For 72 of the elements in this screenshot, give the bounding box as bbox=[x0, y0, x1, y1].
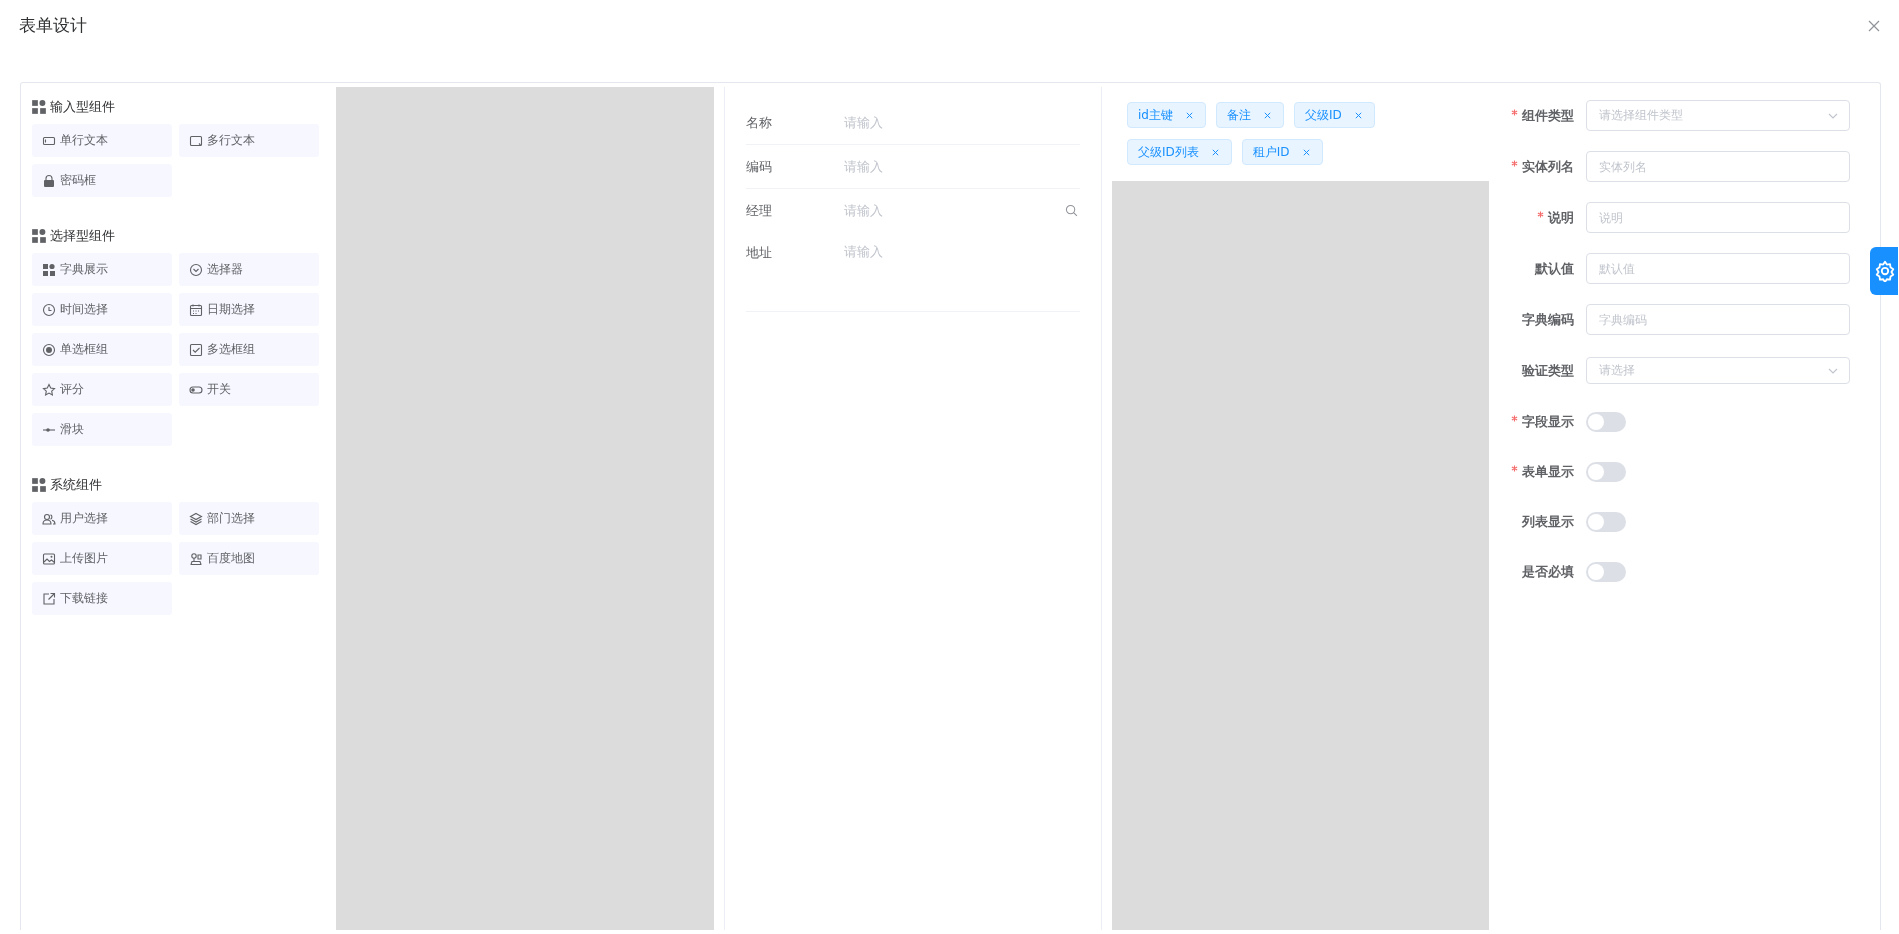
clock-icon bbox=[42, 302, 56, 317]
calendar-icon bbox=[189, 302, 203, 317]
property-label: 说明 bbox=[1548, 209, 1574, 225]
component-item[interactable]: 部门选择 bbox=[179, 502, 319, 535]
external-link-icon bbox=[42, 591, 56, 606]
property-label: 默认值 bbox=[1535, 260, 1574, 276]
field-label: 编码 bbox=[746, 157, 773, 176]
star-icon bbox=[42, 382, 56, 397]
toggle-switch[interactable] bbox=[1586, 511, 1626, 532]
settings-icon bbox=[1874, 260, 1896, 282]
property-label: 验证类型 bbox=[1522, 362, 1574, 378]
grid-icon bbox=[42, 262, 56, 277]
close-icon bbox=[1210, 147, 1220, 157]
component-item[interactable]: 下载链接 bbox=[32, 582, 172, 615]
input-field[interactable]: 说明 bbox=[1586, 202, 1850, 233]
component-item[interactable]: 多行文本 bbox=[179, 124, 319, 157]
toggle-switch[interactable] bbox=[1586, 411, 1626, 432]
field-label: 经理 bbox=[746, 201, 773, 220]
component-item[interactable]: 上传图片 bbox=[32, 542, 172, 575]
field-label: 地址 bbox=[746, 244, 773, 262]
component-item[interactable]: 字典展示 bbox=[32, 253, 172, 286]
property-label: 组件类型 bbox=[1522, 107, 1574, 123]
component-item[interactable]: 开关 bbox=[179, 373, 319, 406]
radio-icon bbox=[42, 342, 56, 357]
close-icon bbox=[1184, 110, 1194, 120]
property-label: 列表显示 bbox=[1522, 513, 1574, 529]
component-item[interactable]: 百度地图 bbox=[179, 542, 319, 575]
toggle-switch[interactable] bbox=[1586, 561, 1626, 582]
field-label: 名称 bbox=[746, 113, 773, 132]
component-item[interactable]: 日期选择 bbox=[179, 293, 319, 326]
dialog-title: 表单设计 bbox=[19, 14, 87, 37]
layers-icon bbox=[189, 511, 203, 526]
input-field[interactable]: 请输入 bbox=[844, 115, 1080, 130]
group-title: 输入型组件 bbox=[50, 98, 115, 116]
property-label: 字典编码 bbox=[1522, 311, 1574, 327]
settings-button[interactable] bbox=[1870, 247, 1898, 295]
close-icon bbox=[1353, 110, 1363, 120]
component-item[interactable]: 单选框组 bbox=[32, 333, 172, 366]
toggle-switch[interactable] bbox=[1586, 461, 1626, 482]
input-field[interactable]: 实体列名 bbox=[1586, 151, 1850, 182]
group-title: 系统组件 bbox=[50, 476, 102, 494]
grid-icon bbox=[31, 228, 47, 244]
group-title: 选择型组件 bbox=[50, 227, 115, 245]
component-item[interactable]: 密码框 bbox=[32, 164, 172, 197]
close-icon[interactable] bbox=[1868, 19, 1880, 32]
grid-icon bbox=[31, 477, 47, 493]
property-label: 表单显示 bbox=[1522, 463, 1574, 479]
property-label: 字段显示 bbox=[1522, 413, 1574, 429]
textarea-icon bbox=[189, 133, 203, 148]
property-label: 是否必填 bbox=[1522, 563, 1574, 579]
input-field[interactable]: 请输入 bbox=[844, 203, 1065, 218]
checkbox-icon bbox=[189, 342, 203, 357]
grid-icon bbox=[31, 99, 47, 115]
image-icon bbox=[42, 551, 56, 566]
component-item[interactable]: 评分 bbox=[32, 373, 172, 406]
property-label: 实体列名 bbox=[1522, 158, 1574, 174]
users-icon bbox=[42, 511, 56, 526]
component-item[interactable]: 多选框组 bbox=[179, 333, 319, 366]
component-item[interactable]: 单行文本 bbox=[32, 124, 172, 157]
chevron-circle-icon bbox=[189, 262, 203, 277]
lock-icon bbox=[42, 173, 56, 188]
component-item[interactable]: 时间选择 bbox=[32, 293, 172, 326]
component-item[interactable]: 选择器 bbox=[179, 253, 319, 286]
input-field[interactable]: 请输入 bbox=[844, 244, 1080, 259]
search-icon bbox=[1065, 204, 1078, 217]
close-icon bbox=[1301, 147, 1311, 157]
close-icon bbox=[1262, 110, 1272, 120]
input-field[interactable]: 默认值 bbox=[1586, 253, 1850, 284]
component-item[interactable]: 用户选择 bbox=[32, 502, 172, 535]
component-item[interactable]: 滑块 bbox=[32, 413, 172, 446]
map-pin-icon bbox=[189, 551, 203, 566]
input-field[interactable]: 请输入 bbox=[844, 159, 1080, 174]
